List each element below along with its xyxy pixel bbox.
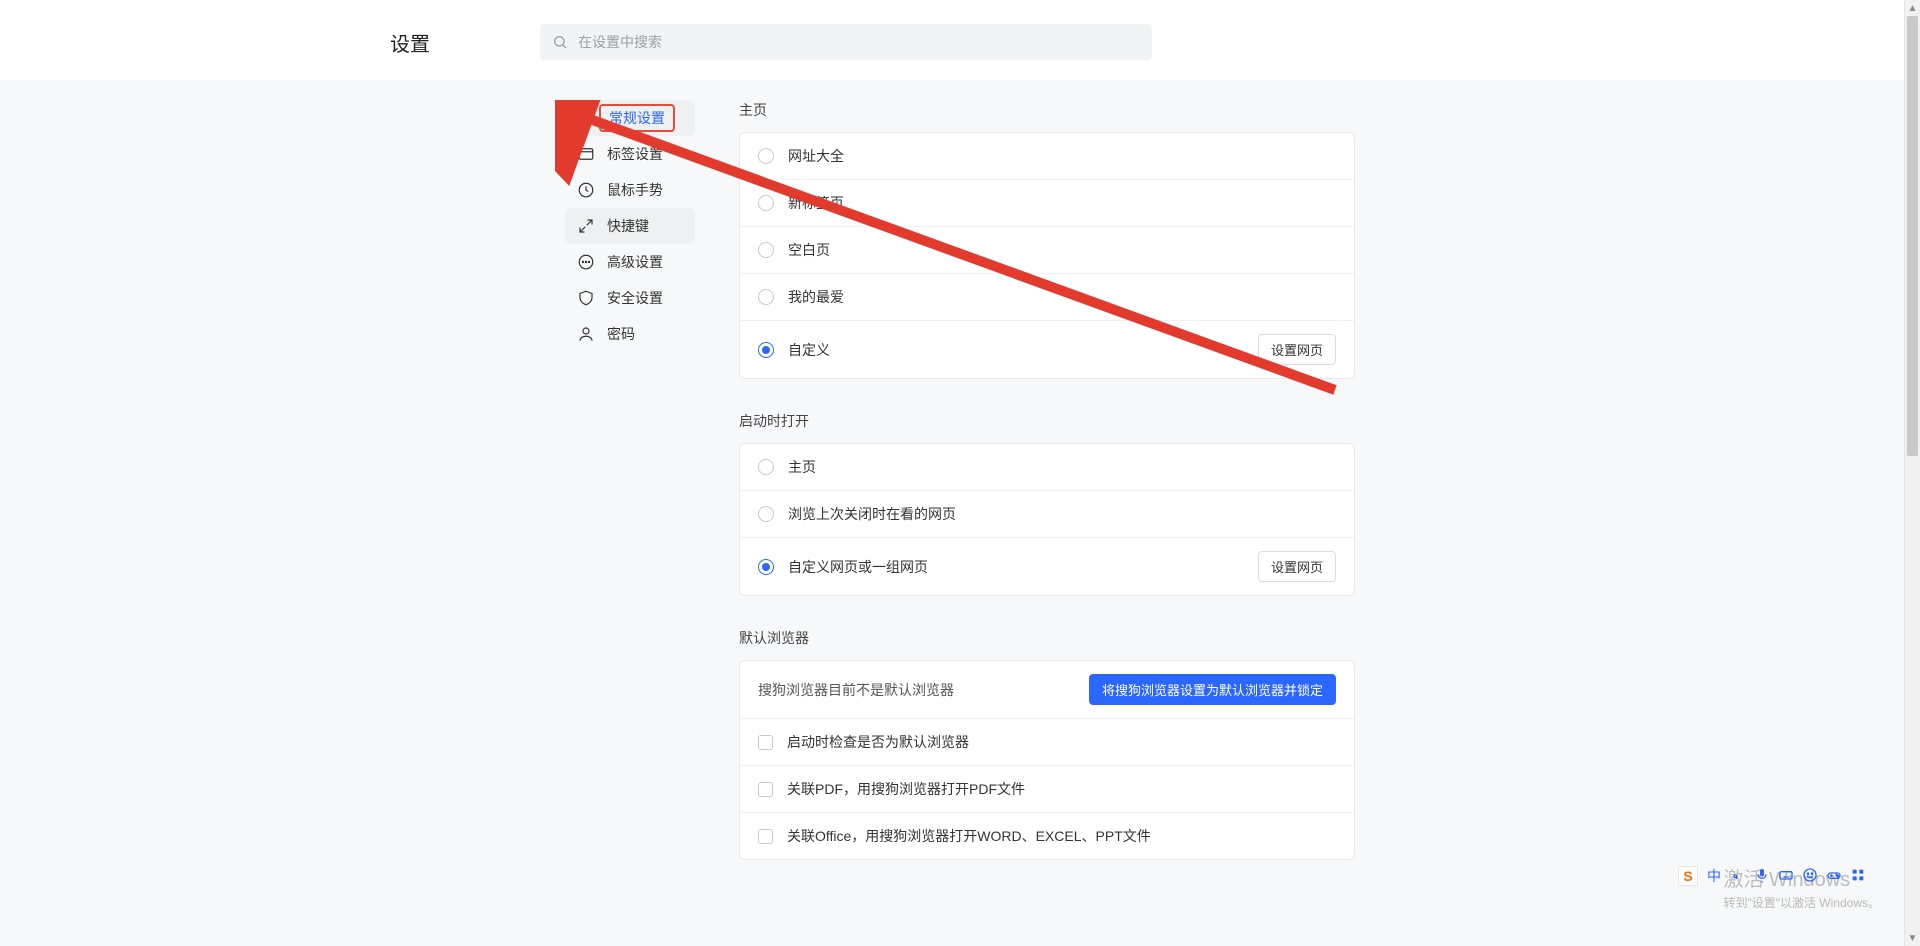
page-title: 设置 [390, 28, 430, 57]
gear-icon [577, 109, 595, 127]
sidebar-item-tabs[interactable]: 标签设置 [565, 136, 695, 172]
scroll-up-icon[interactable]: ▲ [1905, 0, 1920, 16]
default-browser-check[interactable]: 关联Office，用搜狗浏览器打开WORD、EXCEL、PPT文件 [740, 812, 1354, 859]
default-browser-check[interactable]: 启动时检查是否为默认浏览器 [740, 718, 1354, 765]
sidebar-item-label: 鼠标手势 [607, 180, 663, 200]
homepage-option[interactable]: 空白页 [740, 226, 1354, 273]
sidebar-item-password[interactable]: 密码 [565, 316, 695, 352]
option-label: 自定义网页或一组网页 [788, 557, 1258, 577]
gamepad-icon[interactable] [1826, 867, 1842, 886]
search-wrap[interactable] [540, 24, 1152, 60]
sidebar-item-general[interactable]: 常规设置 [565, 100, 695, 136]
sidebar-item-label: 安全设置 [607, 288, 663, 308]
search-icon [552, 34, 568, 50]
default-browser-status: 搜狗浏览器目前不是默认浏览器 [758, 680, 1089, 700]
sogou-logo-icon: S [1678, 866, 1698, 886]
sidebar-item-gestures[interactable]: 鼠标手势 [565, 172, 695, 208]
microphone-icon[interactable] [1754, 867, 1770, 886]
sidebar-item-security[interactable]: 安全设置 [565, 280, 695, 316]
expand-icon [577, 217, 595, 235]
more-icon [577, 253, 595, 271]
homepage-option[interactable]: 我的最爱 [740, 273, 1354, 320]
option-label: 浏览上次关闭时在看的网页 [788, 504, 1336, 524]
sidebar-item-shortcuts[interactable]: 快捷键 [565, 208, 695, 244]
startup-option[interactable]: 浏览上次关闭时在看的网页 [740, 490, 1354, 537]
sidebar-item-label: 高级设置 [607, 252, 663, 272]
startup-option[interactable]: 主页 [740, 444, 1354, 490]
ime-punct-icon[interactable] [1730, 867, 1746, 886]
option-label: 空白页 [788, 240, 1336, 260]
keyboard-icon[interactable] [1778, 867, 1794, 886]
settings-header: 设置 [0, 0, 1920, 80]
section-default-browser: 默认浏览器 搜狗浏览器目前不是默认浏览器 将搜狗浏览器设置为默认浏览器并锁定 启… [739, 628, 1355, 860]
radio-icon [758, 459, 774, 475]
option-label: 我的最爱 [788, 287, 1336, 307]
set-page-button[interactable]: 设置网页 [1258, 551, 1336, 582]
set-page-button[interactable]: 设置网页 [1258, 334, 1336, 365]
sidebar-item-label: 常规设置 [609, 110, 665, 126]
checkbox-icon [758, 782, 773, 797]
section-title: 默认浏览器 [739, 628, 1355, 648]
radio-icon [758, 342, 774, 358]
scroll-down-icon[interactable]: ▼ [1905, 930, 1920, 946]
option-label: 主页 [788, 457, 1336, 477]
homepage-option[interactable]: 网址大全 [740, 133, 1354, 179]
sidebar-item-label: 密码 [607, 324, 635, 344]
radio-icon [758, 559, 774, 575]
radio-icon [758, 195, 774, 211]
check-label: 关联Office，用搜狗浏览器打开WORD、EXCEL、PPT文件 [787, 826, 1336, 846]
default-browser-status-row: 搜狗浏览器目前不是默认浏览器 将搜狗浏览器设置为默认浏览器并锁定 [740, 661, 1354, 718]
clock-icon [577, 181, 595, 199]
person-icon [577, 325, 595, 343]
radio-icon [758, 289, 774, 305]
section-title: 主页 [739, 100, 1355, 120]
vertical-scrollbar[interactable]: ▲ ▼ [1904, 0, 1920, 946]
sidebar-item-advanced[interactable]: 高级设置 [565, 244, 695, 280]
scrollbar-thumb[interactable] [1907, 16, 1918, 456]
section-title: 启动时打开 [739, 411, 1355, 431]
homepage-option[interactable]: 新标签页 [740, 179, 1354, 226]
homepage-option[interactable]: 自定义 设置网页 [740, 320, 1354, 378]
radio-icon [758, 148, 774, 164]
homepage-card: 网址大全 新标签页 空白页 我的最爱 [739, 132, 1355, 379]
section-startup: 启动时打开 主页 浏览上次关闭时在看的网页 自定义网页或一组网页 [739, 411, 1355, 596]
checkbox-icon [758, 735, 773, 750]
startup-option[interactable]: 自定义网页或一组网页 设置网页 [740, 537, 1354, 595]
ime-language[interactable]: 中 [1706, 866, 1722, 886]
shield-icon [577, 289, 595, 307]
sidebar-item-label: 标签设置 [607, 144, 663, 164]
startup-card: 主页 浏览上次关闭时在看的网页 自定义网页或一组网页 设置网页 [739, 443, 1355, 596]
section-homepage: 主页 网址大全 新标签页 空白页 [739, 100, 1355, 379]
radio-icon [758, 242, 774, 258]
ime-toolbar[interactable]: S 中 [1678, 866, 1866, 886]
emoji-icon[interactable] [1802, 867, 1818, 886]
window-icon [577, 145, 595, 163]
main-area: 常规设置 标签设置 鼠标手势 [0, 80, 1920, 946]
option-label: 新标签页 [788, 193, 1336, 213]
apps-icon[interactable] [1850, 867, 1866, 886]
search-input[interactable] [540, 24, 1152, 60]
content: 主页 网址大全 新标签页 空白页 [739, 100, 1355, 892]
default-browser-card: 搜狗浏览器目前不是默认浏览器 将搜狗浏览器设置为默认浏览器并锁定 启动时检查是否… [739, 660, 1355, 860]
sidebar: 常规设置 标签设置 鼠标手势 [565, 100, 695, 352]
option-label: 自定义 [788, 340, 1258, 360]
check-label: 关联PDF，用搜狗浏览器打开PDF文件 [787, 779, 1336, 799]
checkbox-icon [758, 829, 773, 844]
option-label: 网址大全 [788, 146, 1336, 166]
radio-icon [758, 506, 774, 522]
default-browser-check[interactable]: 关联PDF，用搜狗浏览器打开PDF文件 [740, 765, 1354, 812]
check-label: 启动时检查是否为默认浏览器 [787, 732, 1336, 752]
sidebar-item-label: 快捷键 [607, 216, 649, 236]
set-default-browser-button[interactable]: 将搜狗浏览器设置为默认浏览器并锁定 [1089, 674, 1336, 705]
